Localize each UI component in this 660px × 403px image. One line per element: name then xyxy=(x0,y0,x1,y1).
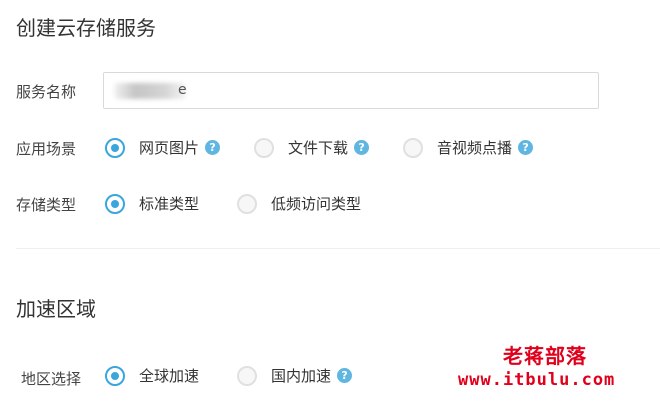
scenario-option-label: 网页图片 xyxy=(139,139,200,157)
region-option-global[interactable]: 全球加速 xyxy=(105,365,199,386)
scenario-option-label: 文件下载 xyxy=(288,139,349,157)
service-name-input[interactable]: e xyxy=(103,72,599,109)
redacted-text-mask xyxy=(114,83,186,99)
service-name-label: 服务名称 xyxy=(16,83,77,101)
watermark-site-url: www.itbulu.com xyxy=(458,370,616,390)
section-title-accel-region: 加速区域 xyxy=(16,297,96,321)
region-option-label: 国内加速 xyxy=(271,367,332,385)
storage-option-standard[interactable]: 标准类型 xyxy=(105,193,199,214)
region-label: 地区选择 xyxy=(21,370,82,388)
scenario-label: 应用场景 xyxy=(16,140,77,158)
storage-option-label: 标准类型 xyxy=(139,195,200,213)
storage-type-label: 存储类型 xyxy=(16,196,77,214)
radio-unchecked-icon[interactable] xyxy=(403,137,423,158)
help-icon[interactable]: ? xyxy=(354,140,370,155)
region-option-domestic[interactable]: 国内加速 ? xyxy=(237,365,353,386)
radio-checked-icon[interactable] xyxy=(105,365,125,386)
help-icon[interactable]: ? xyxy=(518,140,534,155)
radio-checked-icon[interactable] xyxy=(105,193,125,214)
region-option-label: 全球加速 xyxy=(139,367,200,385)
help-icon[interactable]: ? xyxy=(205,140,221,155)
section-title-create-storage: 创建云存储服务 xyxy=(16,16,156,40)
watermark-site-name: 老蒋部落 xyxy=(503,344,587,368)
scenario-option-web-images[interactable]: 网页图片 ? xyxy=(105,137,221,158)
radio-checked-icon[interactable] xyxy=(105,137,125,158)
radio-unchecked-icon[interactable] xyxy=(237,365,257,386)
scenario-option-av-vod[interactable]: 音视频点播 ? xyxy=(403,137,534,158)
help-icon[interactable]: ? xyxy=(337,368,353,383)
storage-option-label: 低频访问类型 xyxy=(271,195,362,213)
section-divider xyxy=(16,248,660,249)
storage-option-infrequent[interactable]: 低频访问类型 xyxy=(237,193,361,214)
radio-unchecked-icon[interactable] xyxy=(254,137,274,158)
scenario-option-file-download[interactable]: 文件下载 ? xyxy=(254,137,370,158)
scenario-option-label: 音视频点播 xyxy=(437,139,513,157)
radio-unchecked-icon[interactable] xyxy=(237,193,257,214)
service-name-value: e xyxy=(178,82,187,98)
